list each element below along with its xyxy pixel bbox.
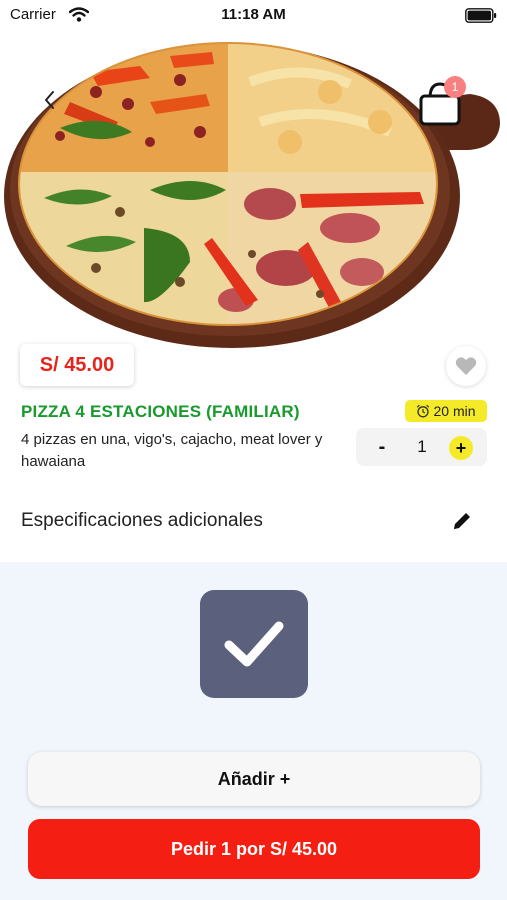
edit-specs-button[interactable] — [449, 508, 475, 534]
prep-time-text: 20 min — [433, 403, 476, 419]
order-button[interactable]: Pedir 1 por S/ 45.00 — [28, 819, 480, 879]
decrement-button[interactable]: - — [372, 436, 392, 458]
status-time: 11:18 AM — [221, 6, 286, 23]
cart-count-badge: 1 — [444, 76, 466, 98]
bottom-actions-area: Añadir + Pedir 1 por S/ 45.00 — [0, 562, 507, 900]
pizza-image: 1 — [0, 32, 507, 350]
product-description: 4 pizzas en una, vigo's, cajacho, meat l… — [21, 431, 323, 470]
chevron-left-icon — [45, 91, 54, 109]
increment-button[interactable]: + — [449, 436, 473, 460]
add-button[interactable]: Añadir + — [28, 752, 480, 806]
back-button[interactable] — [34, 84, 66, 116]
checkmark-icon — [224, 621, 284, 667]
specs-row[interactable]: Especificaciones adicionales — [0, 490, 507, 552]
status-bar: Carrier 11:18 AM — [0, 0, 507, 32]
quantity-value: 1 — [417, 437, 427, 456]
favorite-button[interactable] — [446, 346, 486, 386]
heart-icon — [455, 357, 477, 375]
alarm-clock-icon — [417, 404, 430, 418]
prep-time-badge: 20 min — [405, 400, 487, 422]
battery-icon — [465, 8, 497, 28]
price-badge: S/ 45.00 — [20, 344, 134, 386]
product-name: PIZZA 4 ESTACIONES (FAMILIAR) — [21, 402, 300, 421]
confirm-check-tile[interactable] — [200, 590, 308, 698]
specs-label: Especificaciones adicionales — [21, 510, 263, 531]
pencil-icon — [454, 513, 470, 529]
quantity-stepper: - 1 + — [356, 428, 487, 466]
